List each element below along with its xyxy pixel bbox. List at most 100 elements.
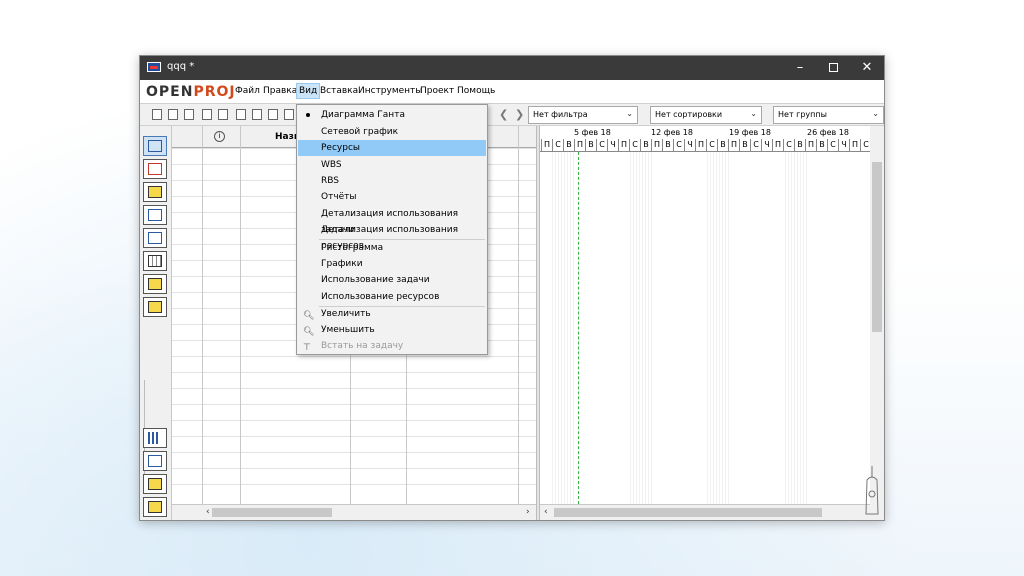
menu-item-rbs[interactable]: RBS	[298, 173, 486, 189]
column-divider	[202, 126, 203, 504]
table-row	[172, 436, 536, 437]
task-usage-view-button[interactable]	[143, 474, 167, 494]
menu-item-histogram[interactable]: Гистограмма	[298, 240, 486, 256]
day-cell: Ч	[838, 139, 849, 151]
resources-icon	[148, 186, 162, 198]
week-label: 5 фев 18	[574, 128, 611, 137]
day-cell: П	[695, 139, 706, 151]
scrollbar-thumb[interactable]	[554, 508, 822, 517]
new-file-icon[interactable]	[152, 109, 162, 120]
view-menu-dropdown: Диаграмма Ганта Сетевой график Ресурсы W…	[296, 104, 488, 355]
maximize-icon	[828, 63, 838, 72]
selected-bullet-icon	[306, 113, 310, 117]
close-button[interactable]: ✕	[852, 58, 882, 78]
chart-icon	[148, 455, 162, 467]
menu-view[interactable]: Вид	[296, 83, 321, 99]
scroll-left-icon[interactable]: ‹	[544, 507, 548, 517]
table-row	[172, 468, 536, 469]
wbs-view-button[interactable]	[143, 205, 167, 225]
menu-item-wbs[interactable]: WBS	[298, 157, 486, 173]
group-select[interactable]: Нет группы ⌄	[773, 106, 884, 124]
app-icon	[147, 62, 161, 72]
gantt-view-button[interactable]	[143, 136, 167, 156]
reports-icon	[148, 255, 162, 267]
gantt-chart[interactable]: 5 фев 18 12 фев 18 19 фев 18 26 фев 18 П…	[540, 126, 870, 504]
cut-icon[interactable]	[236, 109, 246, 120]
menu-file[interactable]: Файл	[235, 86, 260, 96]
table-horizontal-scrollbar[interactable]: ‹ ›	[172, 504, 536, 520]
open-file-icon[interactable]	[168, 109, 178, 120]
table-row	[172, 404, 536, 405]
day-cell: С	[750, 139, 761, 151]
resources-view-button[interactable]	[143, 182, 167, 202]
resource-usage-detail-button[interactable]	[143, 297, 167, 317]
menu-item-zoom-out[interactable]: 🔍︎ Уменьшить	[298, 322, 486, 338]
menu-tools[interactable]: Инструменты	[358, 86, 422, 96]
scrollbar-thumb[interactable]	[872, 162, 882, 332]
scroll-right-icon[interactable]: ›	[526, 507, 530, 517]
sort-select[interactable]: Нет сортировки ⌄	[650, 106, 762, 124]
app-window: qqq * – ✕ OPENPROJ Файл Правка Вид Встав…	[139, 55, 885, 521]
resource-usage-view-button[interactable]	[143, 497, 167, 517]
histogram-icon	[148, 432, 162, 444]
column-divider	[240, 126, 241, 504]
info-icon: i	[214, 131, 225, 142]
gantt-icon	[148, 140, 162, 152]
copy-icon[interactable]	[252, 109, 262, 120]
menu-item-gantt-chart[interactable]: Диаграмма Ганта	[298, 107, 486, 123]
menu-bar: OPENPROJ Файл Правка Вид Вставка Инструм…	[140, 80, 884, 104]
task-usage-icon	[148, 278, 162, 290]
day-cell: В	[739, 139, 750, 151]
scroll-left-icon[interactable]: ‹	[206, 507, 210, 517]
day-cell: В	[563, 139, 574, 151]
menu-item-charts[interactable]: Графики	[298, 256, 486, 272]
save-icon[interactable]	[184, 109, 194, 120]
gantt-horizontal-scrollbar[interactable]: ‹	[540, 504, 870, 520]
minimize-button[interactable]: –	[785, 58, 815, 78]
scrollbar-thumb[interactable]	[212, 508, 332, 517]
format-icon[interactable]	[284, 109, 294, 120]
day-cell: С	[827, 139, 838, 151]
table-row	[172, 420, 536, 421]
menu-project[interactable]: Проект	[420, 86, 454, 96]
gantt-vertical-scrollbar[interactable]	[870, 152, 884, 504]
reports-view-button[interactable]	[143, 251, 167, 271]
maximize-button[interactable]	[818, 58, 848, 78]
mascot-icon	[865, 466, 879, 515]
print-preview-icon[interactable]	[218, 109, 228, 120]
menu-help[interactable]: Помощь	[457, 86, 495, 96]
menu-item-resources[interactable]: Ресурсы	[298, 140, 486, 156]
day-cell: П	[541, 139, 552, 151]
next-arrow-icon[interactable]: ❯	[515, 108, 524, 121]
day-cell: С	[552, 139, 563, 151]
network-view-button[interactable]	[143, 159, 167, 179]
filter-select[interactable]: Нет фильтра ⌄	[528, 106, 638, 124]
scroll-to-task-icon: ⊤	[303, 343, 311, 353]
chevron-down-icon: ⌄	[626, 109, 633, 118]
resource-usage-icon	[148, 501, 162, 513]
network-icon	[148, 163, 162, 175]
menu-item-task-usage-detail[interactable]: Детализация использования задачи	[298, 206, 486, 235]
table-row	[172, 484, 536, 485]
menu-item-zoom-in[interactable]: 🔍︎ Увеличить	[298, 306, 486, 322]
menu-item-resource-usage-detail[interactable]: Детализация использования ресурсов	[298, 222, 486, 251]
menu-item-network-diagram[interactable]: Сетевой график	[298, 124, 486, 140]
paste-icon[interactable]	[268, 109, 278, 120]
menu-item-resource-usage[interactable]: Использование ресурсов	[298, 289, 486, 305]
table-row	[172, 356, 536, 357]
column-divider	[518, 126, 519, 504]
day-cell: П	[574, 139, 585, 151]
task-usage-detail-button[interactable]	[143, 274, 167, 294]
histogram-view-button[interactable]	[143, 428, 167, 448]
menu-edit[interactable]: Правка	[263, 86, 297, 96]
menu-item-task-usage[interactable]: Использование задачи	[298, 272, 486, 288]
week-label: 26 фев 18	[807, 128, 849, 137]
day-cell: Ч	[761, 139, 772, 151]
menu-insert[interactable]: Вставка	[320, 86, 358, 96]
print-icon[interactable]	[202, 109, 212, 120]
rbs-view-button[interactable]	[143, 228, 167, 248]
charts-view-button[interactable]	[143, 451, 167, 471]
menu-item-scroll-to-task[interactable]: ⊤ Встать на задачу	[298, 338, 486, 354]
prev-arrow-icon[interactable]: ❮	[499, 108, 508, 121]
menu-item-reports[interactable]: Отчёты	[298, 189, 486, 205]
